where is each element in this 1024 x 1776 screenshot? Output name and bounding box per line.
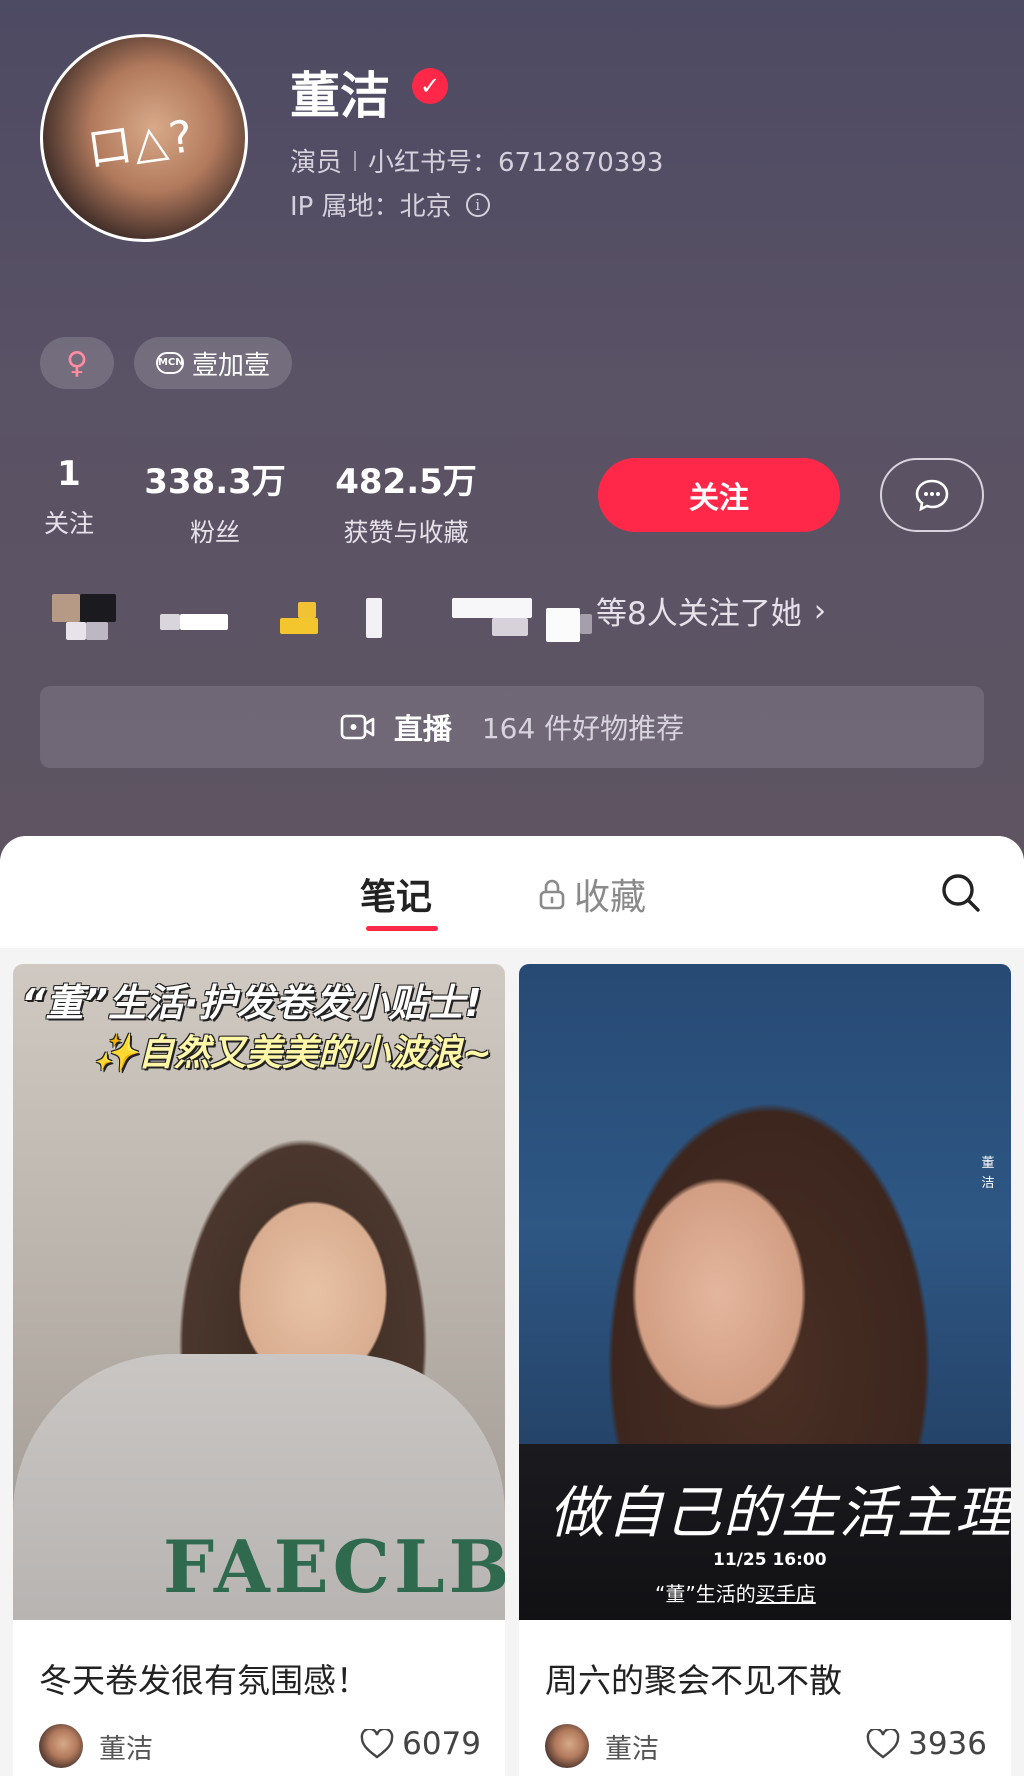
video-camera-icon [340,714,375,740]
cover-shop-line: “董”生活的买手店 [655,1578,816,1607]
like-button[interactable]: 6079 [360,1726,481,1762]
mcn-tag[interactable]: MCN 壹加壹 [134,337,292,389]
stat-following[interactable]: 1 关注 [38,454,100,540]
cover-shop-link: 买手店 [755,1582,816,1606]
chat-bubble-icon [915,479,949,512]
ip-location-row: IP 属地：北京 i [290,186,490,223]
stat-label: 关注 [43,509,94,538]
cover-sweater-text: FAECLB [163,1524,505,1609]
profile-avatar[interactable]: 口△? [40,34,248,242]
like-button[interactable]: 3936 [866,1726,987,1762]
cover-script-text: 做自己的生活主理人 [549,1481,1011,1546]
mcn-name: 壹加壹 [191,350,270,381]
follow-button[interactable]: 关注 [598,458,840,532]
stat-likes-collections[interactable]: 482.5万 获赞与收藏 [326,454,486,549]
tab-notes[interactable]: 笔记 [360,868,432,920]
red-id: 小红书号：6712870393 [368,148,664,178]
tab-collections-label: 收藏 [574,877,647,918]
mcn-icon: MCN [155,352,184,374]
blurred-avatar [280,618,318,634]
cover-title: “董”生活·护发卷发小贴士! [21,981,482,1025]
blurred-avatar [80,594,116,622]
mutual-followers-link[interactable]: 等8人关注了她 › [596,588,826,633]
stat-value: 338.3万 [144,462,286,502]
profile-name: 董洁 [290,67,390,125]
stat-fans[interactable]: 338.3万 粉丝 [140,454,290,549]
blurred-avatar [180,614,228,630]
active-tab-indicator [366,926,438,931]
tab-bar: 笔记 收藏 [0,836,1024,948]
author-avatar [545,1724,589,1768]
live-shop-bar[interactable]: 直播 164 件好物推荐 [40,686,984,768]
stat-label: 获赞与收藏 [343,518,469,547]
note-card[interactable]: 董洁 做自己的生活主理人 11/25 16:00 “董”生活的买手店 周六的聚会… [519,964,1011,1776]
profile-meta: 演员 小红书号：6712870393 [290,142,663,179]
divider [354,150,357,171]
tab-collections[interactable]: 收藏 [538,868,646,920]
note-card[interactable]: FAECLB “董”生活·护发卷发小贴士! ✨自然又美美的小波浪~ 冬天卷发很有… [13,964,505,1776]
chevron-right-icon: › [813,592,827,629]
like-count: 6079 [402,1726,481,1762]
occupation-label: 演员 [290,148,343,178]
author-avatar [39,1724,83,1768]
ip-location: IP 属地：北京 [290,192,452,222]
search-button[interactable] [938,870,984,916]
note-cover-image: 董洁 做自己的生活主理人 11/25 16:00 “董”生活的买手店 [519,964,1011,1620]
like-count: 3936 [908,1726,987,1762]
mutual-followers-text: 等8人关注了她 [596,596,802,632]
message-button[interactable] [880,458,984,532]
cover-vertical-text: 董洁 [981,1156,995,1191]
note-author[interactable]: 董洁 [39,1724,153,1768]
author-name: 董洁 [99,1733,153,1765]
gender-tag: ♀ [40,337,114,389]
stat-label: 粉丝 [189,518,240,547]
blurred-avatar [298,602,316,618]
stat-value: 482.5万 [335,462,477,502]
blurred-avatar [452,598,532,618]
blurred-avatar [160,614,180,630]
note-cover-image: FAECLB “董”生活·护发卷发小贴士! ✨自然又美美的小波浪~ [13,964,505,1620]
verified-icon: ✓ [412,68,448,104]
note-title: 周六的聚会不见不散 [545,1661,842,1700]
blurred-avatar [66,622,86,640]
avatar-scribble: 口△? [84,110,198,177]
live-label: 直播 [393,712,452,746]
blurred-avatar [580,614,592,634]
blurred-avatar [366,598,382,638]
blurred-avatar [546,608,580,642]
info-icon[interactable]: i [465,192,490,217]
tab-notes-label: 笔记 [360,877,433,918]
goods-count: 164 件好物推荐 [481,712,685,745]
lock-icon [539,879,565,910]
mutual-followers-avatars[interactable] [52,584,992,644]
blurred-avatar [86,622,108,640]
heart-icon [360,1729,394,1759]
female-icon: ♀ [66,345,88,381]
stat-value: 1 [57,454,81,494]
blurred-avatar [492,618,528,636]
blurred-avatar [52,594,80,622]
heart-icon [866,1729,900,1759]
notes-panel: 笔记 收藏 FAECLB “董”生活·护发卷发小贴士! ✨自然又美美的小波浪~ … [0,836,1024,1776]
search-icon [942,874,980,912]
cover-subtitle: ✨自然又美美的小波浪~ [93,1033,492,1074]
profile-header: 口△? 董洁 ✓ 演员 小红书号：6712870393 IP 属地：北京 i ♀… [0,0,1024,860]
note-title: 冬天卷发很有氛围感！ [39,1661,369,1700]
cover-date: 11/25 16:00 [713,1550,827,1570]
cover-shop-prefix: “董”生活的 [655,1582,756,1606]
note-author[interactable]: 董洁 [545,1724,659,1768]
author-name: 董洁 [605,1733,659,1765]
